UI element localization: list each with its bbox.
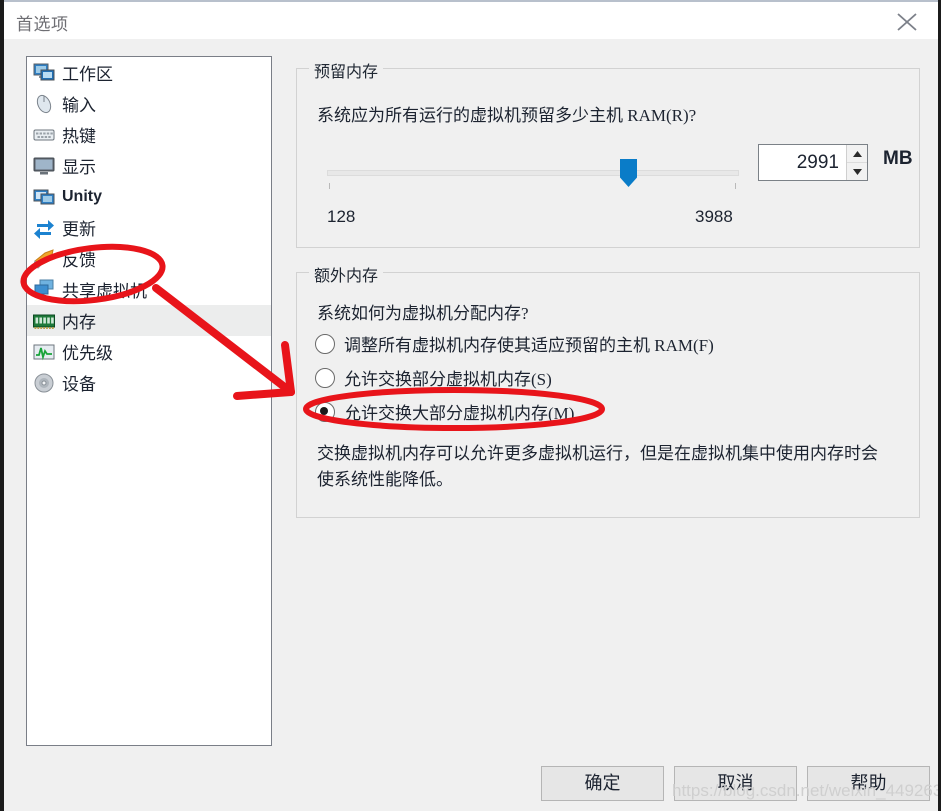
triangle-up-icon[interactable] — [847, 145, 867, 163]
down-arrow-glyph — [852, 168, 862, 175]
reserved-memory-group: 预留内存 系统应为所有运行的虚拟机预留多少主机 RAM(R)? 128 3988 — [296, 58, 920, 248]
sidebar-item-8[interactable]: 共享虚拟机 — [27, 274, 271, 305]
reserved-memory-slider[interactable] — [327, 157, 739, 189]
sidebar-item-label: Unity — [62, 187, 102, 205]
display-icon — [33, 155, 55, 177]
radio-option-label: 调整所有虚拟机内存使其适应预留的主机 RAM(F) — [344, 336, 714, 355]
radio-mark[interactable] — [315, 401, 335, 422]
sidebar-item-label: 输入 — [62, 96, 96, 115]
sidebar-item-label: 更新 — [62, 220, 96, 239]
close-glyph — [897, 13, 917, 31]
spinner-buttons[interactable] — [846, 145, 867, 180]
monitor-workspace-icon — [33, 62, 55, 84]
preferences-dialog: 首选项 工作区输入热键显示 Unity 更新反馈共享虚拟机内存优先级设备 预留内存 … — [0, 0, 941, 811]
slider-min-label: 128 — [327, 207, 356, 226]
up-arrow-glyph — [852, 150, 862, 157]
keyboard-icon — [33, 124, 55, 146]
sidebar-item-label: 热键 — [62, 127, 96, 146]
settings-category-list[interactable]: 工作区输入热键显示 Unity 更新反馈共享虚拟机内存优先级设备 — [26, 56, 272, 746]
reserved-memory-input[interactable] — [759, 145, 846, 180]
triangle-down-icon[interactable] — [847, 163, 867, 180]
memory-unit-label: MB — [883, 148, 913, 169]
radio-mark[interactable] — [315, 333, 335, 354]
disc-icon — [33, 372, 55, 394]
sidebar-item-2[interactable]: 输入 — [27, 88, 271, 119]
sidebar-item-7[interactable]: 反馈 — [27, 243, 271, 274]
sidebar-item-label: 反馈 — [62, 251, 96, 270]
slider-max-label: 3988 — [695, 207, 733, 226]
sidebar-item-1[interactable]: 工作区 — [27, 57, 271, 88]
radio-option-3[interactable]: 允许交换大部分虚拟机内存(M) — [315, 399, 574, 424]
extra-memory-group: 额外内存 系统如何为虚拟机分配内存? 调整所有虚拟机内存使其适应预留的主机 RA… — [296, 262, 920, 518]
sidebar-item-label: 内存 — [62, 313, 96, 332]
shared-vm-icon — [33, 279, 55, 301]
help-button[interactable]: 帮助 — [807, 766, 930, 801]
sidebar-item-label: 优先级 — [62, 344, 113, 363]
refresh-arrows-icon — [33, 217, 55, 239]
radio-option-2[interactable]: 允许交换部分虚拟机内存(S) — [315, 365, 552, 390]
cancel-button[interactable]: 取消 — [674, 766, 797, 801]
reserved-memory-question: 系统应为所有运行的虚拟机预留多少主机 RAM(R)? — [317, 106, 697, 125]
radio-option-1[interactable]: 调整所有虚拟机内存使其适应预留的主机 RAM(F) — [315, 331, 714, 356]
radio-option-label: 允许交换部分虚拟机内存(S) — [344, 370, 552, 389]
slider-thumb[interactable] — [620, 159, 637, 187]
radio-option-label: 允许交换大部分虚拟机内存(M) — [344, 404, 575, 423]
sidebar-item-10[interactable]: 优先级 — [27, 336, 271, 367]
slider-track[interactable] — [327, 170, 739, 176]
radio-mark[interactable] — [315, 367, 335, 388]
slider-tick-min — [329, 183, 330, 189]
sidebar-item-label: 设备 — [62, 375, 96, 394]
title-bar: 首选项 — [4, 0, 938, 39]
extra-memory-description: 交换虚拟机内存可以允许更多虚拟机运行，但是在虚拟机集中使用内存时会使系统性能降低… — [317, 444, 878, 490]
sidebar-item-9[interactable]: 内存 — [27, 305, 271, 336]
sidebar-item-11[interactable]: 设备 — [27, 367, 271, 398]
mouse-icon — [33, 93, 55, 115]
extra-memory-group-title: 额外内存 — [309, 262, 384, 286]
slider-tick-max — [735, 183, 736, 189]
performance-graph-icon — [33, 341, 55, 363]
sidebar-item-4[interactable]: 显示 — [27, 150, 271, 181]
sidebar-item-3[interactable]: 热键 — [27, 119, 271, 150]
sidebar-item-label: 工作区 — [62, 65, 113, 84]
memory-stick-icon — [33, 310, 55, 332]
window-title: 首选项 — [16, 15, 69, 34]
reserved-memory-group-title: 预留内存 — [309, 58, 384, 82]
sidebar-item-label: 显示 — [62, 158, 96, 177]
close-icon[interactable] — [880, 2, 932, 39]
sidebar-item-5[interactable]: Unity — [27, 181, 271, 212]
windows-stack-icon — [33, 186, 55, 208]
sidebar-item-label: 共享虚拟机 — [62, 282, 147, 301]
sidebar-item-6[interactable]: 更新 — [27, 212, 271, 243]
reserved-memory-spinbox[interactable] — [758, 144, 868, 181]
ok-button[interactable]: 确定 — [541, 766, 664, 801]
megaphone-icon — [33, 248, 55, 270]
extra-memory-question: 系统如何为虚拟机分配内存? — [317, 304, 529, 323]
